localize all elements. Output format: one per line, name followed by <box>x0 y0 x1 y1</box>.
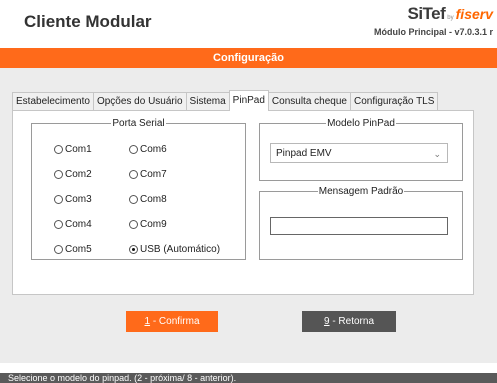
mensagem-padrao-input[interactable] <box>270 217 448 235</box>
radio-label: Com8 <box>140 194 167 205</box>
radio-com9[interactable]: Com9 <box>129 219 167 230</box>
radio-label: Com7 <box>140 169 167 180</box>
tab-sistema[interactable]: Sistema <box>185 92 230 111</box>
modelo-pinpad-value: Pinpad EMV <box>276 148 332 159</box>
header: Cliente Modular SiTef by fiserv Módulo Pri… <box>0 0 497 46</box>
radio-circle-icon <box>54 145 63 154</box>
modelo-pinpad-legend: Modelo PinPad <box>327 118 395 129</box>
modelo-pinpad-group: Modelo PinPad Pinpad EMV ⌄ <box>259 118 463 181</box>
tab-bar: Estabelecimento Opções do Usuário Sistem… <box>12 90 439 111</box>
radio-label: Com4 <box>65 219 92 230</box>
radio-usb-automatico[interactable]: USB (Automático) <box>129 244 220 255</box>
confirm-button[interactable]: 1 - Confirma <box>126 311 218 332</box>
app-title: Cliente Modular <box>24 12 152 31</box>
section-title: Configuração <box>213 52 284 64</box>
radio-label: Com9 <box>140 219 167 230</box>
radio-circle-icon <box>129 195 138 204</box>
return-button[interactable]: 9 - Retorna <box>302 311 396 332</box>
brand-by: by <box>447 15 454 21</box>
radio-circle-icon <box>129 145 138 154</box>
radio-circle-icon <box>129 170 138 179</box>
porta-serial-legend: Porta Serial <box>112 118 165 129</box>
porta-serial-group: Porta Serial Com1 Com2 Com3 Com4 Com5 Co… <box>31 118 246 260</box>
brand-sitef: SiTef <box>407 4 446 23</box>
return-label: - Retorna <box>329 316 375 327</box>
modelo-pinpad-select[interactable]: Pinpad EMV ⌄ <box>270 143 448 163</box>
radio-label: Com1 <box>65 144 92 155</box>
radio-com2[interactable]: Com2 <box>54 169 92 180</box>
radio-label: Com5 <box>65 244 92 255</box>
radio-circle-icon <box>54 245 63 254</box>
brand-fiserv: fiserv <box>455 6 493 22</box>
pinpad-panel: Porta Serial Com1 Com2 Com3 Com4 Com5 Co… <box>12 110 474 295</box>
tab-consulta-cheque[interactable]: Consulta cheque <box>267 92 351 111</box>
radio-label: USB (Automático) <box>140 244 221 255</box>
tab-configuracao-tls[interactable]: Configuração TLS <box>349 92 439 111</box>
status-bar: Selecione o modelo do pinpad. (2 - próxi… <box>0 373 497 383</box>
main-content: Estabelecimento Opções do Usuário Sistem… <box>0 68 497 363</box>
radio-com6[interactable]: Com6 <box>129 144 167 155</box>
radio-circle-icon <box>54 170 63 179</box>
tab-estabelecimento[interactable]: Estabelecimento <box>12 92 94 111</box>
radio-label: Com6 <box>140 144 167 155</box>
radio-circle-icon <box>129 220 138 229</box>
radio-label: Com3 <box>65 194 92 205</box>
section-title-bar: Configuração <box>0 48 497 68</box>
radio-circle-icon <box>54 195 63 204</box>
radio-com3[interactable]: Com3 <box>54 194 92 205</box>
radio-com8[interactable]: Com8 <box>129 194 167 205</box>
radio-com1[interactable]: Com1 <box>54 144 92 155</box>
radio-selected-icon <box>129 245 138 254</box>
mensagem-padrao-legend: Mensagem Padrão <box>318 186 404 197</box>
radio-circle-icon <box>54 220 63 229</box>
module-version: Módulo Principal - v7.0.3.1 r <box>373 27 493 37</box>
tab-pinpad[interactable]: PinPad <box>228 90 269 111</box>
radio-label: Com2 <box>65 169 92 180</box>
mensagem-padrao-group: Mensagem Padrão <box>259 186 463 260</box>
confirm-label: - Confirma <box>150 316 200 327</box>
chevron-down-icon: ⌄ <box>433 149 441 159</box>
radio-com7[interactable]: Com7 <box>129 169 167 180</box>
radio-com4[interactable]: Com4 <box>54 219 92 230</box>
brand-logo: SiTef by fiserv <box>407 4 493 23</box>
tab-opcoes-usuario[interactable]: Opções do Usuário <box>92 92 187 111</box>
radio-com5[interactable]: Com5 <box>54 244 92 255</box>
